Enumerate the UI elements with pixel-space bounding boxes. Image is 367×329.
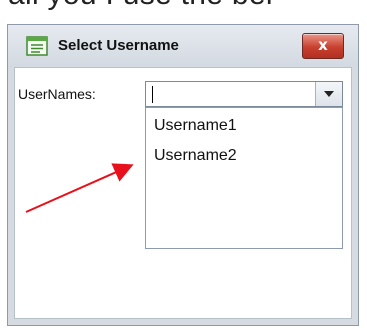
chevron-down-icon	[324, 91, 334, 97]
select-username-dialog: Select Username x UserNames: Username1 U…	[7, 24, 359, 326]
usernames-combobox[interactable]	[145, 81, 343, 107]
close-icon: x	[318, 36, 328, 54]
cropped-text-fragment: ail you I use the bel	[0, 0, 367, 18]
title-bar[interactable]: Select Username x	[8, 25, 358, 67]
usernames-label: UserNames:	[18, 86, 96, 102]
cropped-text: ail you I use the bel	[8, 0, 273, 12]
text-caret	[152, 86, 153, 103]
window-title: Select Username	[58, 37, 179, 54]
form-window-icon	[26, 36, 48, 56]
close-button[interactable]: x	[302, 33, 344, 59]
dropdown-item-username1[interactable]: Username1	[154, 117, 237, 135]
dropdown-toggle-button[interactable]	[315, 82, 342, 106]
dropdown-item-username2[interactable]: Username2	[154, 147, 237, 165]
dialog-body: UserNames: Username1 Username2	[14, 67, 352, 319]
usernames-dropdown-list: Username1 Username2	[145, 107, 343, 249]
